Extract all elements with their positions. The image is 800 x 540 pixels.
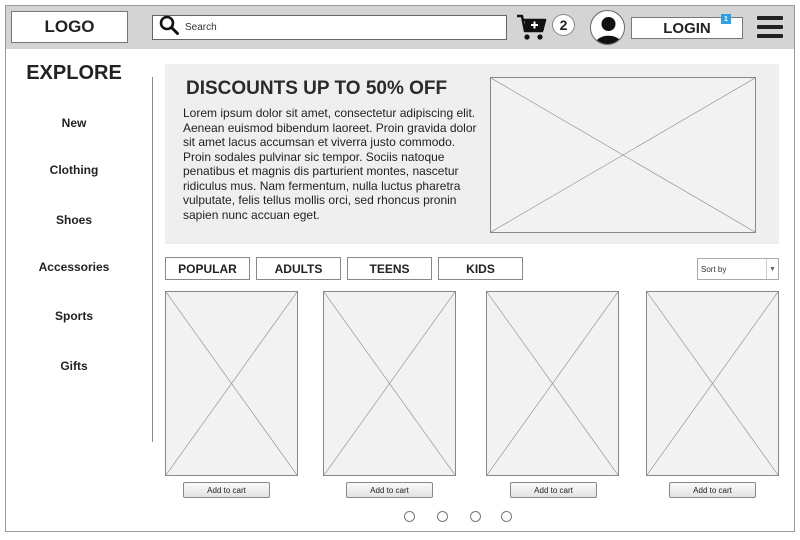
product-image-placeholder-icon[interactable] — [486, 291, 619, 476]
sidebar-item-clothing[interactable]: Clothing — [14, 163, 134, 177]
sort-label: Sort by — [701, 264, 727, 274]
hamburger-menu-icon[interactable] — [757, 16, 783, 38]
sidebar-item-new[interactable]: New — [14, 116, 134, 130]
sidebar-item-sports[interactable]: Sports — [14, 309, 134, 323]
logo[interactable]: LOGO — [11, 11, 128, 43]
product-image-placeholder-icon[interactable] — [646, 291, 779, 476]
search-input[interactable] — [185, 22, 485, 33]
product-image-placeholder-icon[interactable] — [323, 291, 456, 476]
promo-title: DISCOUNTS UP TO 50% OFF — [186, 78, 448, 99]
add-to-cart-button[interactable]: Add to cart — [510, 482, 597, 498]
image-placeholder-icon — [490, 77, 756, 233]
pagination-dot[interactable] — [501, 511, 512, 522]
search-icon[interactable] — [159, 15, 179, 40]
add-to-cart-button[interactable]: Add to cart — [183, 482, 270, 498]
user-icon[interactable] — [590, 10, 625, 45]
sort-dropdown[interactable]: Sort by ▼ — [697, 258, 779, 280]
sidebar-item-accessories[interactable]: Accessories — [14, 260, 134, 274]
add-to-cart-button[interactable]: Add to cart — [669, 482, 756, 498]
sidebar-item-gifts[interactable]: Gifts — [14, 359, 134, 373]
cart-icon[interactable] — [516, 13, 548, 41]
pagination-dot[interactable] — [470, 511, 481, 522]
tab-teens[interactable]: TEENS — [347, 257, 432, 280]
sidebar-divider — [152, 77, 153, 442]
add-to-cart-button[interactable]: Add to cart — [346, 482, 433, 498]
cart-count-badge: 2 — [552, 14, 575, 36]
chevron-down-icon[interactable]: ▼ — [766, 259, 778, 279]
product-image-placeholder-icon[interactable] — [165, 291, 298, 476]
notification-badge: 1 — [721, 14, 731, 24]
sidebar-item-shoes[interactable]: Shoes — [14, 213, 134, 227]
tab-adults[interactable]: ADULTS — [256, 257, 341, 280]
promo-text: Lorem ipsum dolor sit amet, consectetur … — [183, 106, 477, 222]
tab-kids[interactable]: KIDS — [438, 257, 523, 280]
pagination-dot[interactable] — [437, 511, 448, 522]
tab-popular[interactable]: POPULAR — [165, 257, 250, 280]
search-bar[interactable] — [152, 15, 507, 40]
pagination-dot[interactable] — [404, 511, 415, 522]
sidebar-title: EXPLORE — [26, 62, 122, 84]
